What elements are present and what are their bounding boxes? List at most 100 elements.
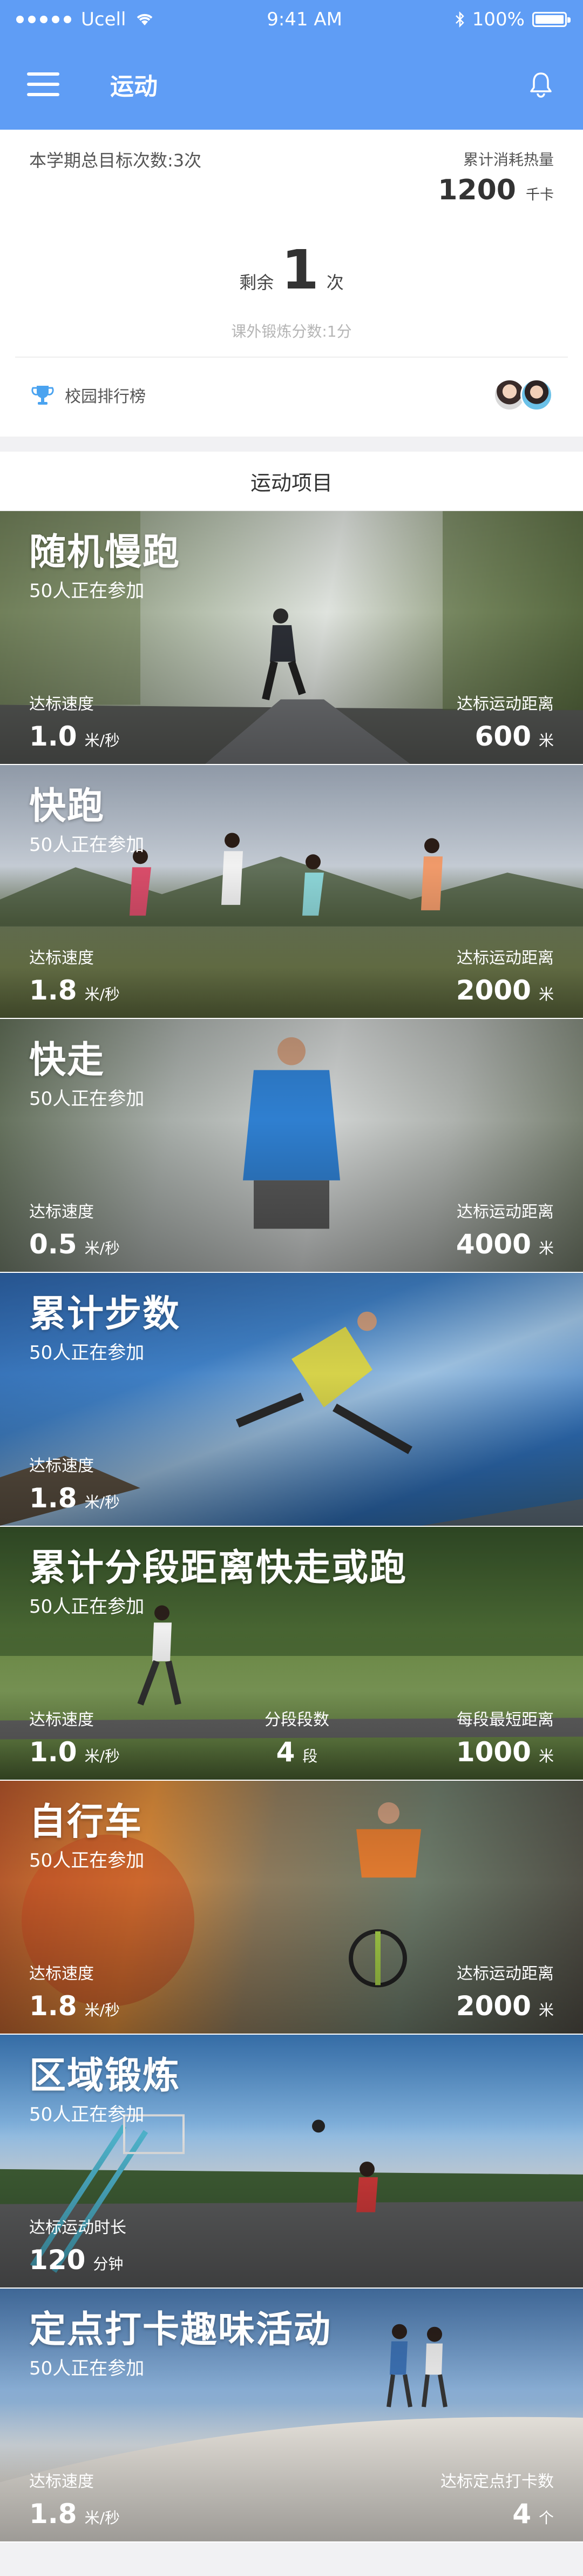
stat-right-value: 600 <box>474 721 531 752</box>
participants-count: 50人正在参加 <box>29 2104 145 2125</box>
activity-card-checkin[interactable]: 定点打卡趣味活动 50人正在参加 达标速度 1.8 米/秒 达标定点打卡数 4 个 <box>0 2289 583 2543</box>
participants-count: 50人正在参加 <box>29 1596 145 1618</box>
battery-percent: 100% <box>472 9 525 30</box>
stat-left-value: 1.8 <box>29 2498 77 2530</box>
stat-left-label: 达标速度 <box>29 2472 94 2491</box>
page-title: 运动 <box>110 73 158 100</box>
stat-left-label: 达标速度 <box>29 1710 94 1729</box>
trophy-icon <box>31 386 54 405</box>
stat-right-label: 每段最短距离 <box>457 1710 554 1729</box>
stat-left-value: 1.8 <box>29 1482 77 1514</box>
activity-card-sprint[interactable]: 快跑 50人正在参加 达标速度 1.8 米/秒 达标运动距离 2000 米 <box>0 765 583 1019</box>
stat-right-value: 4000 <box>456 1229 531 1260</box>
calories-unit: 千卡 <box>525 187 554 203</box>
activity-title: 快跑 <box>29 785 105 828</box>
stat-right-unit: 米 <box>538 1747 554 1765</box>
activity-card-zone[interactable]: 区域锻炼 50人正在参加 达标运动时长 120 分钟 <box>0 2035 583 2289</box>
app-header: Ucell 9:41 AM 100% 运动 <box>0 0 583 130</box>
stat-left-unit: 米/秒 <box>84 2001 120 2019</box>
ranking-avatars <box>493 379 553 411</box>
activity-card-steps[interactable]: 累计步数 50人正在参加 达标速度 1.8 米/秒 <box>0 1273 583 1527</box>
carrier-label: Ucell <box>81 9 126 30</box>
stat-right-unit: 米 <box>538 732 554 749</box>
stat-right-value: 1000 <box>456 1736 531 1768</box>
stat-mid-label: 分段段数 <box>265 1710 329 1729</box>
stat-left-value: 0.5 <box>29 1229 77 1260</box>
wifi-icon <box>137 14 153 25</box>
bluetooth-icon <box>455 11 464 28</box>
stat-left-value: 120 <box>29 2244 86 2276</box>
stat-right-unit: 米 <box>538 985 554 1003</box>
stat-right-label: 达标运动距离 <box>457 1203 554 1222</box>
stat-left-unit: 米/秒 <box>84 1239 120 1257</box>
participants-count: 50人正在参加 <box>29 1342 145 1364</box>
stat-right-value: 2000 <box>456 1990 531 2022</box>
bell-icon[interactable] <box>526 69 556 99</box>
activity-card-segmented[interactable]: 累计分段距离快走或跑 50人正在参加 达标速度 1.0 米/秒 分段段数 4 段 每段最… <box>0 1527 583 1781</box>
activity-title: 累计步数 <box>29 1293 181 1336</box>
menu-icon[interactable] <box>27 72 59 96</box>
remaining-prefix: 剩余 <box>239 272 274 293</box>
signal-icon <box>16 16 71 23</box>
participants-count: 50人正在参加 <box>29 2358 145 2379</box>
stat-right-unit: 个 <box>538 2509 554 2527</box>
campus-ranking-row[interactable]: 校园排行榜 <box>15 357 568 432</box>
battery-icon <box>532 12 571 27</box>
stat-left-unit: 分钟 <box>93 2255 124 2273</box>
stat-right-label: 达标运动距离 <box>457 1964 554 1983</box>
stat-right-label: 达标运动距离 <box>457 949 554 968</box>
stat-right-unit: 米 <box>538 2001 554 2019</box>
stat-left-label: 达标速度 <box>29 1203 94 1222</box>
stat-left-unit: 米/秒 <box>84 2509 120 2527</box>
stat-left-label: 达标速度 <box>29 949 94 968</box>
stats-card: 本学期总目标次数:3次 累计消耗热量 1200 千卡 剩余 1 次 课外锻炼分数… <box>0 130 583 437</box>
stat-right-label: 达标运动距离 <box>457 695 554 714</box>
stat-left-value: 1.0 <box>29 1736 77 1768</box>
participants-count: 50人正在参加 <box>29 580 145 602</box>
activity-title: 自行车 <box>29 1801 143 1843</box>
calories-label: 累计消耗热量 <box>463 151 554 169</box>
activity-title: 随机慢跑 <box>29 531 181 574</box>
stat-left-label: 达标速度 <box>29 1457 94 1475</box>
stat-left-label: 达标运动时长 <box>29 2218 126 2237</box>
activity-title: 定点打卡趣味活动 <box>29 2309 332 2351</box>
activity-card-cycling[interactable]: 自行车 50人正在参加 达标速度 1.8 米/秒 达标运动距离 2000 米 <box>0 1781 583 2035</box>
status-time: 9:41 AM <box>267 9 342 30</box>
ranking-label: 校园排行榜 <box>65 387 146 406</box>
stat-left-value: 1.8 <box>29 1990 77 2022</box>
stat-left-label: 达标速度 <box>29 1964 94 1983</box>
stat-mid-unit: 段 <box>302 1747 318 1765</box>
remaining-count: 剩余 1 次 <box>0 243 583 297</box>
activity-title: 累计分段距离快走或跑 <box>29 1547 408 1589</box>
stat-right-label: 达标定点打卡数 <box>440 2472 554 2491</box>
activity-card-brisk-walk[interactable]: 快走 50人正在参加 达标速度 0.5 米/秒 达标运动距离 4000 米 <box>0 1019 583 1273</box>
participants-count: 50人正在参加 <box>29 1088 145 1110</box>
semester-goal: 本学期总目标次数:3次 <box>29 150 202 171</box>
exercise-score: 课外锻炼分数:1分 <box>231 323 352 340</box>
stat-right-value: 2000 <box>456 975 531 1006</box>
participants-count: 50人正在参加 <box>29 834 145 856</box>
stat-left-label: 达标速度 <box>29 695 94 714</box>
stat-left-unit: 米/秒 <box>84 985 120 1003</box>
nav-bar: 运动 <box>0 39 583 130</box>
calories-number: 1200 <box>438 174 516 206</box>
stat-right-value: 4 <box>512 2498 531 2530</box>
stat-mid-value: 4 <box>276 1736 295 1768</box>
calories-value: 1200 千卡 <box>438 174 554 206</box>
stat-right-unit: 米 <box>538 1239 554 1257</box>
stat-left-unit: 米/秒 <box>84 1747 120 1765</box>
participants-count: 50人正在参加 <box>29 1850 145 1871</box>
avatar <box>520 379 553 411</box>
remaining-number: 1 <box>281 238 319 301</box>
stat-left-value: 1.0 <box>29 721 77 752</box>
stat-left-unit: 米/秒 <box>84 732 120 749</box>
activity-list: 随机慢跑 50人正在参加 达标速度 1.0 米/秒 达标运动距离 600 米 快跑 50… <box>0 511 583 2543</box>
stat-left-value: 1.8 <box>29 975 77 1006</box>
remaining-unit: 次 <box>326 272 344 293</box>
activity-card-jogging[interactable]: 随机慢跑 50人正在参加 达标速度 1.0 米/秒 达标运动距离 600 米 <box>0 511 583 765</box>
section-title: 运动项目 <box>0 452 583 511</box>
status-bar: Ucell 9:41 AM 100% <box>0 0 583 39</box>
stat-left-unit: 米/秒 <box>84 1493 120 1511</box>
activity-title: 区域锻炼 <box>29 2055 181 2097</box>
activity-title: 快走 <box>29 1039 105 1082</box>
